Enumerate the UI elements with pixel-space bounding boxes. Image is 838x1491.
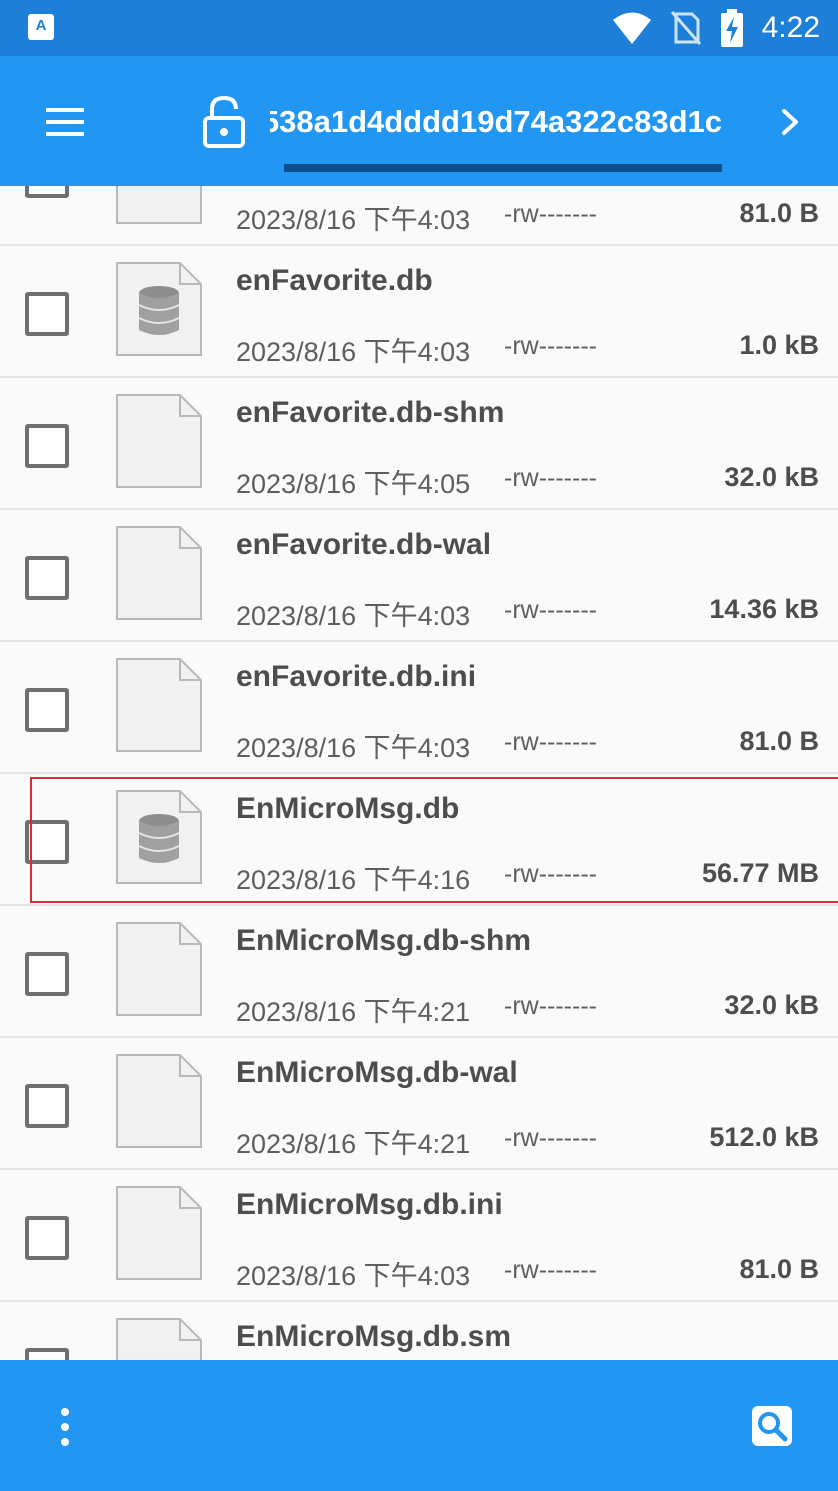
file-row[interactable]: EnMicroMsg.db-wal 2023/8/16 下午4:21 -rw--… xyxy=(0,1038,838,1170)
status-icons: 4:22 xyxy=(612,0,820,56)
battery-charging-icon xyxy=(720,9,743,47)
wifi-icon xyxy=(612,12,651,44)
file-size: 81.0 B xyxy=(739,198,819,228)
file-size: 56.77 MB xyxy=(701,858,819,888)
file-permissions: -rw------- xyxy=(504,1256,597,1284)
current-path[interactable]: d10d5538a1d4dddd19d74a322c83d1c xyxy=(270,96,722,148)
search-icon[interactable] xyxy=(750,1404,794,1448)
row-checkbox[interactable] xyxy=(25,1084,69,1128)
row-checkbox[interactable] xyxy=(25,424,69,468)
more-vert-icon[interactable] xyxy=(50,1402,80,1452)
database-file-icon xyxy=(116,790,202,884)
file-size: 81.0 B xyxy=(739,1254,819,1284)
file-permissions: -rw------- xyxy=(504,464,597,492)
file-date: 2023/8/16 下午4:03 xyxy=(236,337,471,367)
generic-file-icon xyxy=(116,922,202,1016)
no-sim-icon xyxy=(670,11,701,45)
file-name: EnMicroMsg.db.ini xyxy=(236,1188,503,1221)
row-checkbox[interactable] xyxy=(25,292,69,336)
file-row[interactable]: EnMicroMsg.db.sm xyxy=(0,1302,838,1360)
file-name: enFavorite.db-wal xyxy=(236,528,492,561)
file-name: enFavorite.db xyxy=(236,264,433,297)
generic-file-icon xyxy=(116,1054,202,1148)
file-name: EnMicroMsg.db-wal xyxy=(236,1056,518,1089)
file-permissions: -rw------- xyxy=(504,596,597,624)
file-date: 2023/8/16 下午4:03 xyxy=(236,601,471,631)
path-label: d10d5538a1d4dddd19d74a322c83d1c xyxy=(270,104,722,139)
file-name: EnMicroMsg.db-shm xyxy=(236,924,532,957)
bottom-bar xyxy=(0,1360,838,1491)
file-date: 2023/8/16 下午4:03 xyxy=(236,733,471,763)
database-file-icon xyxy=(116,262,202,356)
file-row-selected[interactable]: EnMicroMsg.db 2023/8/16 下午4:16 -rw------… xyxy=(0,774,838,906)
file-date: 2023/8/16 下午4:03 xyxy=(236,1261,471,1291)
row-checkbox[interactable] xyxy=(25,820,69,864)
toolbar: d10d5538a1d4dddd19d74a322c83d1c xyxy=(0,56,838,186)
file-date: 2023/8/16 下午4:03 xyxy=(236,205,471,235)
file-size: 14.36 kB xyxy=(709,594,819,624)
file-permissions: -rw------- xyxy=(504,992,597,1020)
row-checkbox[interactable] xyxy=(25,952,69,996)
row-checkbox[interactable] xyxy=(25,1348,69,1360)
file-row[interactable]: enFavorite.db-shm 2023/8/16 下午4:05 -rw--… xyxy=(0,378,838,510)
file-permissions: -rw------- xyxy=(504,1124,597,1152)
row-checkbox[interactable] xyxy=(25,688,69,732)
file-size: 512.0 kB xyxy=(709,1122,819,1152)
file-name: enFavorite.db.ini xyxy=(236,660,477,693)
generic-file-icon xyxy=(116,1186,202,1280)
file-name: EnMicroMsg.db.sm xyxy=(236,1320,512,1353)
file-list[interactable]: 2023/8/16 下午4:03 -rw------- 81.0 B enFav… xyxy=(0,186,838,1360)
file-size: 1.0 kB xyxy=(739,330,819,360)
file-date: 2023/8/16 下午4:05 xyxy=(236,469,471,499)
chevron-right-icon[interactable] xyxy=(772,102,808,142)
unlock-icon[interactable] xyxy=(202,96,246,148)
file-row[interactable]: EnMicroMsg.db-shm 2023/8/16 下午4:21 -rw--… xyxy=(0,906,838,1038)
file-date: 2023/8/16 下午4:21 xyxy=(236,997,471,1027)
generic-file-icon xyxy=(116,186,202,224)
file-row[interactable]: 2023/8/16 下午4:03 -rw------- 81.0 B xyxy=(0,186,838,246)
file-size: 81.0 B xyxy=(739,726,819,756)
row-checkbox[interactable] xyxy=(25,1216,69,1260)
file-date: 2023/8/16 下午4:21 xyxy=(236,1129,471,1159)
row-checkbox[interactable] xyxy=(25,186,69,198)
file-row[interactable]: EnMicroMsg.db.ini 2023/8/16 下午4:03 -rw--… xyxy=(0,1170,838,1302)
file-row[interactable]: enFavorite.db-wal 2023/8/16 下午4:03 -rw--… xyxy=(0,510,838,642)
status-bar: A 4:22 xyxy=(0,0,838,56)
menu-icon[interactable] xyxy=(40,102,90,142)
file-row[interactable]: enFavorite.db 2023/8/16 下午4:03 -rw------… xyxy=(0,246,838,378)
generic-file-icon xyxy=(116,658,202,752)
file-name: enFavorite.db-shm xyxy=(236,396,505,429)
file-permissions: -rw------- xyxy=(504,332,597,360)
generic-file-icon xyxy=(116,526,202,620)
clock: 4:22 xyxy=(761,11,820,44)
file-permissions: -rw------- xyxy=(504,200,597,228)
file-size: 32.0 kB xyxy=(724,462,819,492)
path-tab-indicator xyxy=(284,164,722,172)
file-size: 32.0 kB xyxy=(724,990,819,1020)
file-permissions: -rw------- xyxy=(504,728,597,756)
file-date: 2023/8/16 下午4:16 xyxy=(236,865,471,895)
generic-file-icon xyxy=(116,1318,202,1360)
generic-file-icon xyxy=(116,394,202,488)
app-notification-icon: A xyxy=(28,14,54,40)
file-row[interactable]: enFavorite.db.ini 2023/8/16 下午4:03 -rw--… xyxy=(0,642,838,774)
row-checkbox[interactable] xyxy=(25,556,69,600)
file-name: EnMicroMsg.db xyxy=(236,792,460,825)
file-permissions: -rw------- xyxy=(504,860,597,888)
